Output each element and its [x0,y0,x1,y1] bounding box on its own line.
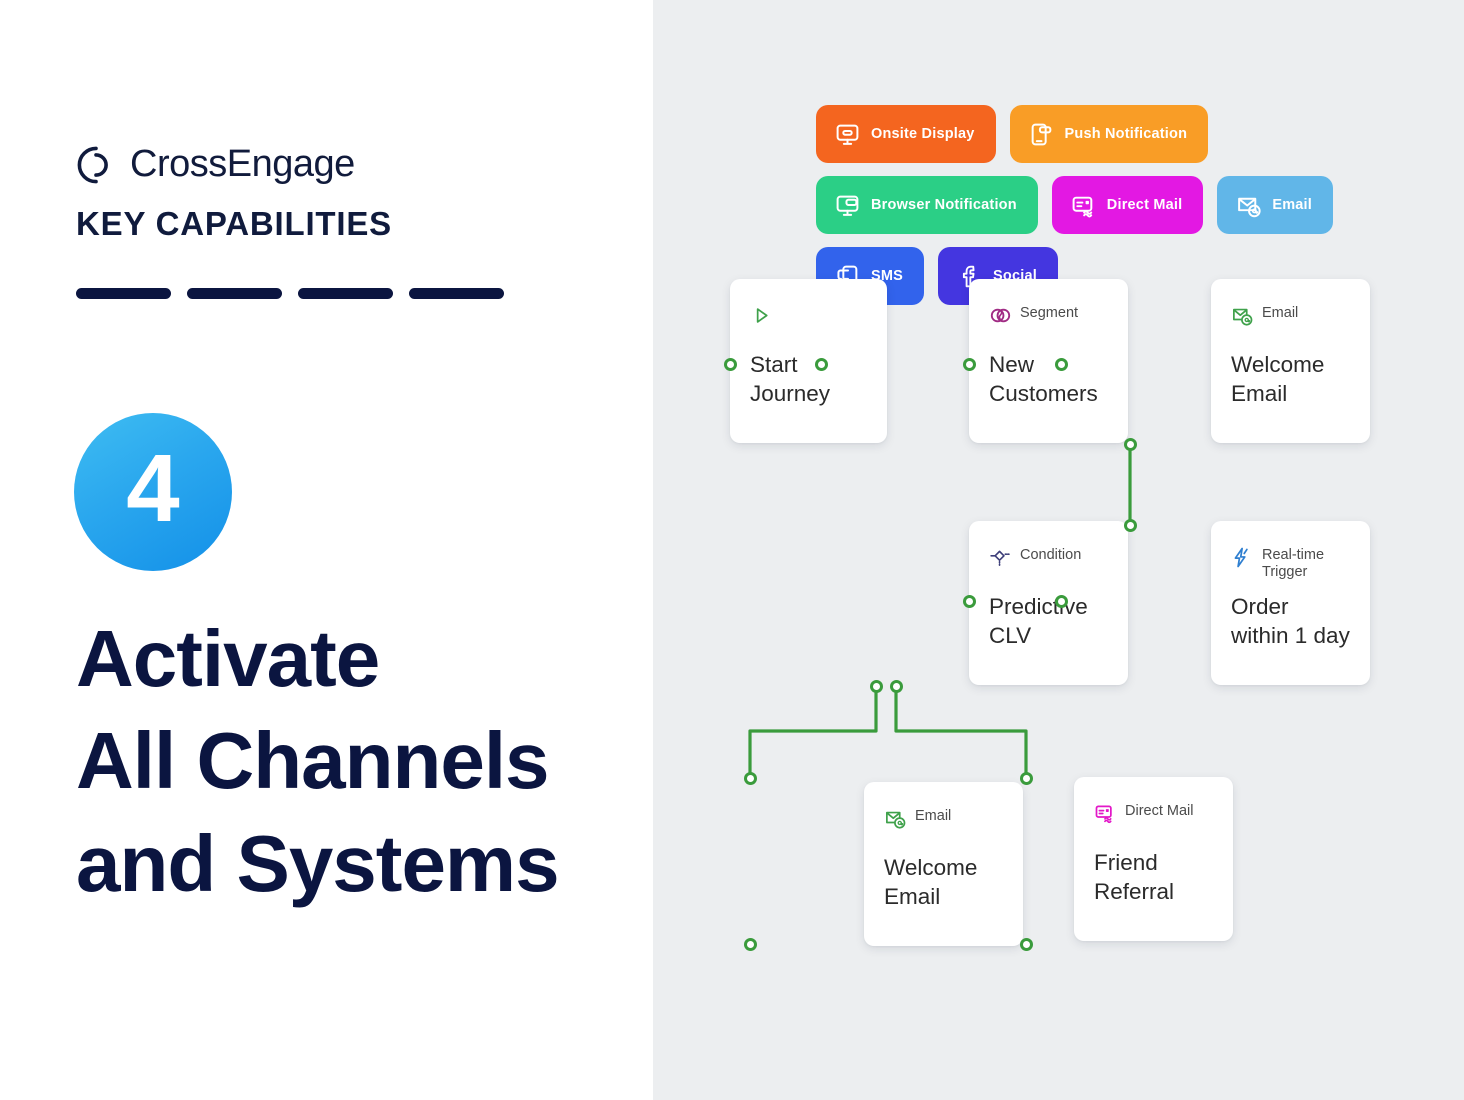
flow-node-header: Direct Mail [1094,801,1213,835]
flow-node-type: Email [1262,305,1299,321]
flow-port[interactable] [814,357,828,371]
flow-node-header: Condition [989,545,1108,579]
flow-node-predictive-clv[interactable]: Condition Predictive CLV [969,521,1128,685]
headline-line-2: All Channels [76,716,550,806]
flow-node-header [750,303,867,337]
flow-node-friend-referral[interactable]: Direct Mail Friend Referral [1074,777,1233,941]
flow-port[interactable] [889,679,903,693]
flow-node-title-line-1: New [989,352,1035,377]
flow-node-title-line-2: Email [884,883,941,909]
flow-port[interactable] [962,594,976,608]
flow-node-header: Segment [989,303,1108,337]
flow-node-title: Welcome Email [1231,351,1350,409]
flow-node-title: Start Journey [750,351,867,409]
play-triangle-icon [750,304,773,327]
flow-port[interactable] [1019,771,1033,785]
key-capabilities-slide: CrossEngage KEY CAPABILITIES 4 Activate … [0,0,1464,1100]
lightning-bolt-icon [1231,546,1254,569]
page-kicker: KEY CAPABILITIES [76,205,392,242]
page-title: Activate All Channels and Systems [76,608,560,915]
divider-dash [409,288,504,299]
right-canvas-panel: Onsite Display Push Notification Browser… [653,0,1464,1100]
flow-node-title-line-1: Order [1231,594,1289,619]
step-number: 4 [126,435,180,542]
flow-port[interactable] [1019,937,1033,951]
brand-lockup: CrossEngage [76,143,355,186]
flow-port[interactable] [1054,594,1068,608]
flow-port[interactable] [743,937,757,951]
flow-port[interactable] [723,357,737,371]
flow-node-title-line-2: Email [1231,380,1288,406]
flow-node-title-line-1: Start [750,352,798,377]
divider-dashes [76,288,504,299]
flow-node-title-line-2: CLV [989,622,1032,648]
flow-node-title-line-2: Referral [1094,878,1175,904]
envelope-at-icon [884,807,907,830]
direct-mail-card-icon [1094,802,1117,825]
flow-node-title-line-1: Welcome [884,855,978,880]
flow-node-header: Real-time Trigger [1231,545,1350,580]
divider-dash [76,288,171,299]
flow-node-title: New Customers [989,351,1108,409]
journey-flow-canvas: Start Journey Segment New Customers Emai… [653,0,1464,1100]
flow-node-title: Friend Referral [1094,849,1213,907]
flow-port[interactable] [869,679,883,693]
left-panel: CrossEngage KEY CAPABILITIES 4 Activate … [0,0,653,1100]
flow-node-start-journey[interactable]: Start Journey [730,279,887,443]
divider-dash [187,288,282,299]
flow-node-welcome-email-bottom[interactable]: Email Welcome Email [864,782,1023,946]
flow-port[interactable] [743,771,757,785]
flow-node-type: Real-time Trigger [1262,547,1325,580]
flow-node-title: Order within 1 day [1231,593,1350,651]
flow-node-welcome-email-top[interactable]: Email Welcome Email [1211,279,1370,443]
flow-node-title-line-1: Welcome [1231,352,1325,377]
flow-node-new-customers[interactable]: Segment New Customers [969,279,1128,443]
flow-node-title: Welcome Email [884,854,1003,912]
flow-node-title: Predictive CLV [989,593,1108,651]
flow-port[interactable] [1054,357,1068,371]
flow-node-type: Email [915,808,952,824]
diamond-condition-icon [989,546,1012,569]
flow-port[interactable] [1123,518,1137,532]
flow-node-title-line-1: Friend [1094,850,1158,875]
flow-port[interactable] [1123,437,1137,451]
flow-node-title-line-2: Journey [750,380,831,406]
flow-node-order-within-1-day[interactable]: Real-time Trigger Order within 1 day [1211,521,1370,685]
headline-line-1: Activate [76,614,380,703]
headline-line-3: and Systems [76,818,560,908]
flow-node-type: Direct Mail [1125,803,1194,819]
brand-name: CrossEngage [130,143,355,185]
step-number-badge: 4 [74,413,232,571]
flow-node-type: Condition [1020,547,1082,563]
flow-port[interactable] [962,357,976,371]
venn-segment-icon [989,304,1012,327]
flow-node-title-line-2: Customers [989,380,1098,406]
flow-node-header: Email [884,806,1003,840]
divider-dash [298,288,393,299]
flow-node-header: Email [1231,303,1350,337]
flow-node-title-line-2: within 1 day [1231,622,1350,648]
envelope-at-icon [1231,304,1254,327]
flow-node-title-line-1: Predictive [989,594,1088,619]
flow-node-type: Segment [1020,305,1079,321]
crossengage-circle-logo-icon [76,145,116,185]
